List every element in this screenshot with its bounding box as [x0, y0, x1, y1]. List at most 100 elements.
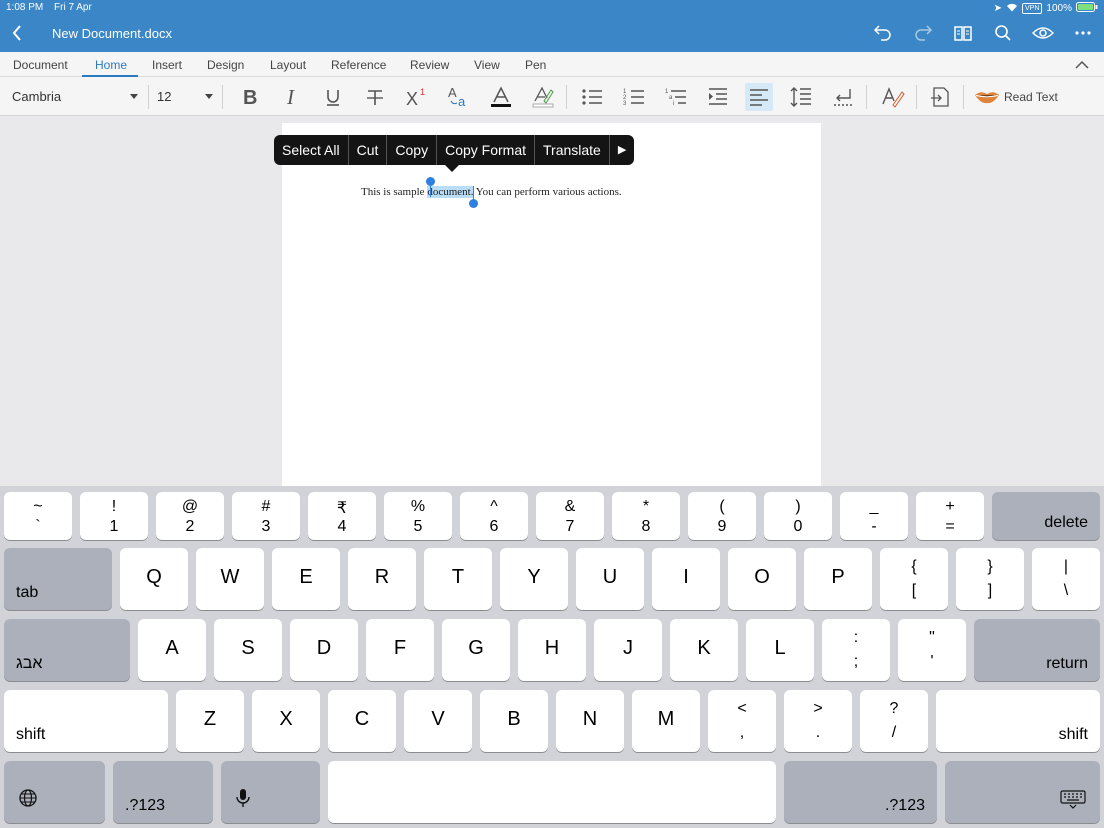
- tab-insert[interactable]: Insert: [152, 58, 182, 72]
- key-period[interactable]: >.: [784, 690, 852, 752]
- shift-right-key[interactable]: shift: [936, 690, 1100, 752]
- paragraph-spacing-button[interactable]: [829, 83, 857, 111]
- read-text-button[interactable]: Read Text: [974, 83, 1058, 111]
- line-spacing-button[interactable]: [787, 83, 815, 111]
- tab-home[interactable]: Home: [95, 58, 127, 72]
- context-translate[interactable]: Translate: [535, 135, 610, 165]
- context-copy[interactable]: Copy: [387, 135, 438, 165]
- key-4[interactable]: ₹4: [308, 492, 376, 540]
- tab-reference[interactable]: Reference: [331, 58, 386, 72]
- context-select-all[interactable]: Select All: [274, 135, 349, 165]
- shift-left-key[interactable]: shift: [4, 690, 168, 752]
- document-canvas[interactable]: This is sample document. You can perform…: [0, 116, 1104, 486]
- align-left-button[interactable]: [745, 83, 773, 111]
- tab-key[interactable]: tab: [4, 548, 112, 610]
- key-n[interactable]: N: [556, 690, 624, 752]
- multilevel-list-button[interactable]: 1ai: [662, 83, 690, 111]
- globe-key[interactable]: [4, 761, 105, 823]
- tab-design[interactable]: Design: [207, 58, 244, 72]
- key-u[interactable]: U: [576, 548, 644, 610]
- key-semicolon[interactable]: :;: [822, 619, 890, 681]
- key-q[interactable]: Q: [120, 548, 188, 610]
- key-5[interactable]: % 5: [384, 492, 452, 540]
- key-p[interactable]: P: [804, 548, 872, 610]
- context-more-arrow[interactable]: ▶: [610, 135, 634, 165]
- key-bracket-right[interactable]: }]: [956, 548, 1024, 610]
- font-color-button[interactable]: [487, 83, 515, 111]
- key-c[interactable]: C: [328, 690, 396, 752]
- key-j[interactable]: J: [594, 619, 662, 681]
- reading-mode-button[interactable]: [950, 22, 976, 44]
- key-6[interactable]: ^ 6: [460, 492, 528, 540]
- collapse-ribbon-button[interactable]: [1074, 57, 1090, 71]
- language-key[interactable]: אבג: [4, 619, 130, 681]
- tab-pen[interactable]: Pen: [525, 58, 546, 72]
- view-button[interactable]: [1030, 22, 1056, 44]
- tab-layout[interactable]: Layout: [270, 58, 306, 72]
- key-t[interactable]: T: [424, 548, 492, 610]
- font-size-dropdown-icon[interactable]: [205, 94, 213, 99]
- key-b[interactable]: B: [480, 690, 548, 752]
- key-quote[interactable]: " ': [898, 619, 966, 681]
- key-z[interactable]: Z: [176, 690, 244, 752]
- key-bracket-left[interactable]: {[: [880, 548, 948, 610]
- key-1[interactable]: ! 1: [80, 492, 148, 540]
- key-backslash[interactable]: | \: [1032, 548, 1100, 610]
- underline-button[interactable]: [319, 83, 347, 111]
- key-i[interactable]: I: [652, 548, 720, 610]
- tab-view[interactable]: View: [474, 58, 500, 72]
- redo-button[interactable]: [910, 22, 936, 44]
- key-equals[interactable]: + =: [916, 492, 984, 540]
- return-key[interactable]: return: [974, 619, 1100, 681]
- key-d[interactable]: D: [290, 619, 358, 681]
- font-size-select[interactable]: 12: [157, 89, 171, 104]
- superscript-button[interactable]: X1: [403, 83, 431, 111]
- tab-review[interactable]: Review: [410, 58, 449, 72]
- context-cut[interactable]: Cut: [349, 135, 388, 165]
- dictation-key[interactable]: [221, 761, 320, 823]
- bold-button[interactable]: B: [235, 83, 263, 111]
- key-w[interactable]: W: [196, 548, 264, 610]
- key-y[interactable]: Y: [500, 548, 568, 610]
- search-button[interactable]: [990, 22, 1016, 44]
- key-7[interactable]: & 7: [536, 492, 604, 540]
- key-a[interactable]: A: [138, 619, 206, 681]
- key-0[interactable]: ) 0: [764, 492, 832, 540]
- selection-end-handle[interactable]: [469, 199, 478, 208]
- font-name-select[interactable]: Cambria: [12, 89, 61, 104]
- numbers-key-left[interactable]: .?123: [113, 761, 213, 823]
- undo-button[interactable]: [870, 22, 896, 44]
- dismiss-keyboard-key[interactable]: [945, 761, 1100, 823]
- indent-button[interactable]: [704, 83, 732, 111]
- key-3[interactable]: #3: [232, 492, 300, 540]
- numbering-button[interactable]: 123: [620, 83, 648, 111]
- highlight-button[interactable]: [529, 83, 557, 111]
- insert-break-button[interactable]: [927, 83, 955, 111]
- back-button[interactable]: [8, 22, 26, 44]
- document-page[interactable]: This is sample document. You can perform…: [282, 123, 821, 486]
- key-slash[interactable]: ? /: [860, 690, 928, 752]
- more-button[interactable]: [1070, 22, 1096, 44]
- context-copy-format[interactable]: Copy Format: [437, 135, 535, 165]
- key-k[interactable]: K: [670, 619, 738, 681]
- key-o[interactable]: O: [728, 548, 796, 610]
- italic-button[interactable]: I: [277, 83, 305, 111]
- key-m[interactable]: M: [632, 690, 700, 752]
- selected-text[interactable]: document.: [427, 186, 474, 198]
- key-2[interactable]: @2: [156, 492, 224, 540]
- tab-document[interactable]: Document: [13, 58, 68, 72]
- key-g[interactable]: G: [442, 619, 510, 681]
- key-tilde[interactable]: ~ `: [4, 492, 72, 540]
- key-s[interactable]: S: [214, 619, 282, 681]
- key-v[interactable]: V: [404, 690, 472, 752]
- font-name-dropdown-icon[interactable]: [130, 94, 138, 99]
- key-9[interactable]: (9: [688, 492, 756, 540]
- key-l[interactable]: L: [746, 619, 814, 681]
- key-r[interactable]: R: [348, 548, 416, 610]
- key-x[interactable]: X: [252, 690, 320, 752]
- space-bar[interactable]: [328, 761, 776, 823]
- key-f[interactable]: F: [366, 619, 434, 681]
- numbers-key-right[interactable]: .?123: [784, 761, 937, 823]
- key-e[interactable]: E: [272, 548, 340, 610]
- selection-start-handle[interactable]: [426, 177, 435, 186]
